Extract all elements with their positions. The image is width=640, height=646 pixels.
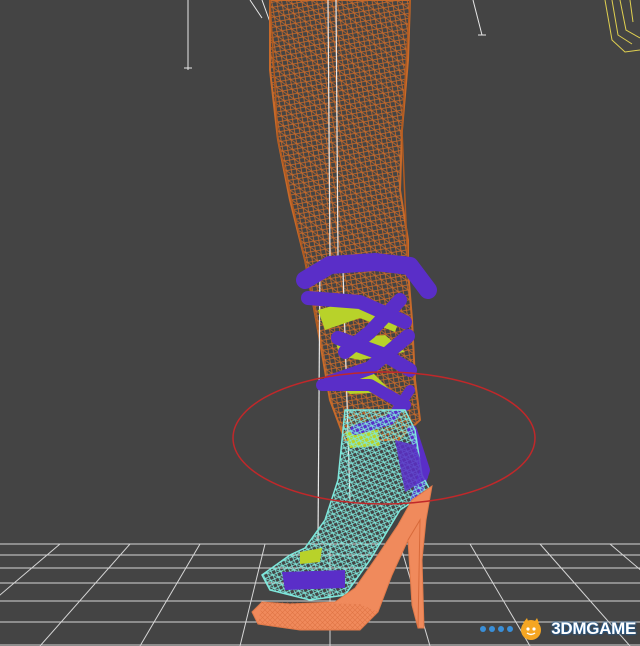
watermark: 3DMGAME (480, 616, 636, 642)
watermark-text: 3DMGAME (551, 619, 636, 638)
3d-viewport[interactable]: 3DMGAME (0, 0, 640, 646)
3dm-logo-icon (521, 618, 542, 640)
hand-wireframe-fragment (604, 0, 640, 53)
shoe-mesh[interactable] (261, 409, 431, 601)
scene-canvas[interactable] (0, 0, 640, 646)
watermark-dots (480, 626, 514, 632)
